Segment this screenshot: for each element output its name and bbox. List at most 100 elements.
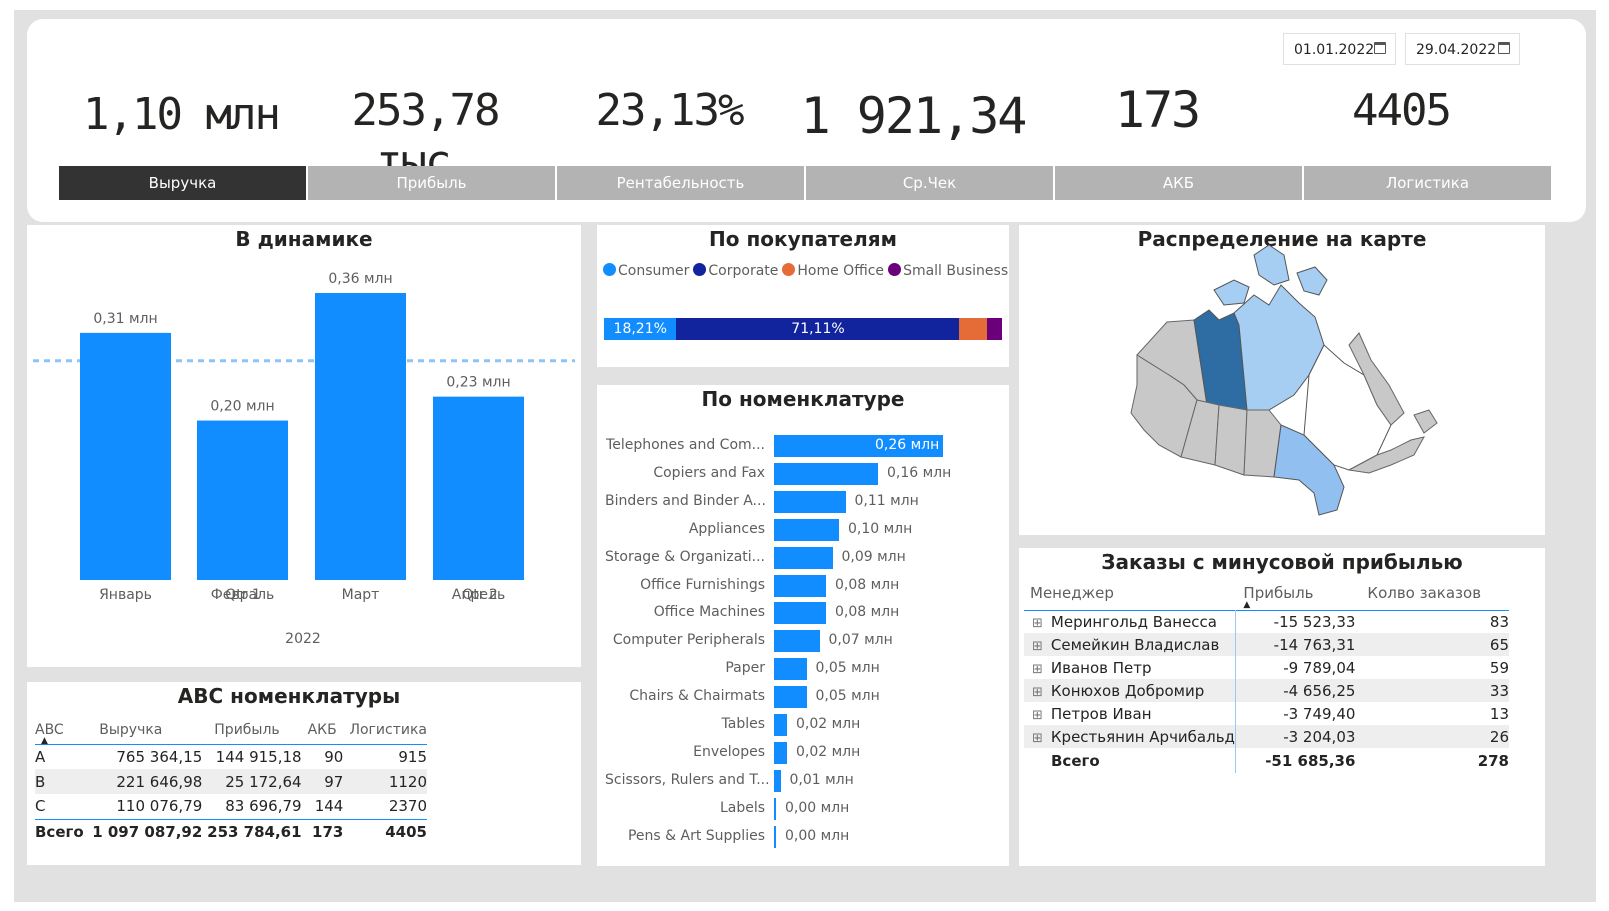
manager-cell: ⊞ Семейкин Владислав — [1024, 633, 1236, 656]
losses-header-profit[interactable]: Прибыль ▲ — [1235, 576, 1355, 610]
data-label: 0,10 млн — [848, 520, 913, 537]
expand-icon[interactable]: ⊞ — [1032, 731, 1043, 746]
tab-avg-check[interactable]: Ср.Чек — [806, 166, 1053, 200]
bar[interactable] — [774, 462, 878, 485]
table-row[interactable]: ⊞ Семейкин Владислав -14 763,31 65 — [1024, 633, 1509, 656]
abc-header-profit[interactable]: Прибыль — [202, 716, 301, 744]
map-region[interactable] — [1213, 279, 1250, 306]
category-label: Scissors, Rulers and T... — [605, 771, 770, 788]
data-label: 0,09 млн — [841, 548, 906, 565]
expand-icon[interactable]: ⊞ — [1032, 616, 1043, 631]
bar[interactable] — [774, 825, 776, 848]
category-label: Computer Peripherals — [612, 632, 765, 649]
bar[interactable] — [774, 574, 826, 597]
expand-icon[interactable]: ⊞ — [1032, 708, 1043, 723]
category-label: Pens & Art Supplies — [627, 827, 765, 844]
date-to-input[interactable]: 29.04.2022 — [1405, 33, 1520, 65]
year-label: 2022 — [285, 631, 321, 647]
bar[interactable] — [315, 293, 406, 580]
legend-item[interactable]: Consumer — [603, 263, 689, 279]
data-label: 0,16 млн — [887, 464, 952, 481]
date-from-input[interactable]: 01.01.2022 — [1283, 33, 1396, 65]
losses-header-orders[interactable]: Колво заказов — [1355, 576, 1509, 610]
bar[interactable] — [774, 714, 787, 736]
tab-revenue[interactable]: Выручка — [59, 166, 306, 200]
abc-cell: 97 — [324, 772, 344, 791]
category-label: Telephones and Com... — [606, 437, 765, 453]
dynamics-panel: В динамике 0,31 млн Январь 0,20 млн Февраль… — [27, 225, 581, 667]
calendar-icon[interactable] — [1374, 42, 1386, 54]
abc-header-logistics[interactable]: Логистика — [343, 716, 427, 744]
kpi-profit-value: 253,78 тыс. — [351, 85, 501, 187]
bar[interactable] — [774, 797, 776, 820]
table-row[interactable]: C 110 076,79 83 696,79 144 2370 — [35, 794, 427, 819]
abc-table: ABC ▲ Выручка Прибыль АКБ Логистика A 765… — [35, 716, 427, 844]
table-row[interactable]: A 765 364,15 144 915,18 90 915 — [35, 744, 427, 769]
bar[interactable] — [774, 658, 807, 681]
legend-label: Home Office — [797, 263, 885, 279]
abc-cell: 25 172,64 — [225, 772, 302, 791]
map-region[interactable] — [1296, 266, 1328, 296]
profit-cell: -15 523,33 — [1273, 612, 1356, 631]
abc-cell: B — [35, 772, 46, 791]
bar[interactable] — [774, 741, 787, 764]
orders-cell: 26 — [1489, 727, 1509, 746]
calendar-icon[interactable] — [1498, 42, 1510, 54]
data-label: 0,00 млн — [785, 799, 850, 816]
table-row[interactable]: B 221 646,98 25 172,64 97 1120 — [35, 769, 427, 794]
tab-customers[interactable]: АКБ — [1055, 166, 1302, 200]
bar-segment[interactable] — [959, 318, 988, 340]
map-region[interactable] — [1214, 404, 1248, 476]
metric-tabs: Выручка Прибыль Рентабельность Ср.Чек АК… — [59, 166, 1551, 200]
bar-segment[interactable]: 18,21% — [604, 318, 677, 340]
bar[interactable] — [80, 332, 171, 580]
abc-header-revenue[interactable]: Выручка — [87, 716, 202, 744]
orders-cell: 13 — [1489, 704, 1509, 723]
category-label: Tables — [721, 716, 766, 732]
map-region[interactable] — [1253, 244, 1290, 286]
abc-header-abc[interactable]: ABC ▲ — [35, 716, 87, 746]
expand-icon[interactable]: ⊞ — [1032, 639, 1043, 654]
expand-icon[interactable]: ⊞ — [1032, 685, 1043, 700]
table-row[interactable]: ⊞ Мерингольд Ванесса -15 523,33 83 — [1024, 610, 1509, 633]
manager-name: Семейкин Владислав — [1050, 635, 1220, 654]
bar[interactable] — [774, 630, 820, 653]
legend-item[interactable]: Home Office — [782, 263, 884, 279]
tab-profit[interactable]: Прибыль — [308, 166, 555, 200]
bar[interactable] — [774, 490, 846, 513]
table-row[interactable]: ⊞ Петров Иван -3 749,40 13 — [1024, 702, 1509, 725]
data-label: 0,20 млн — [210, 399, 274, 415]
bar[interactable] — [774, 546, 833, 569]
expand-icon[interactable]: ⊞ — [1032, 662, 1043, 677]
map-region[interactable] — [1413, 409, 1438, 434]
map-panel: Распределение на карте — [1019, 225, 1545, 535]
manager-cell: ⊞ Иванов Петр — [1024, 656, 1236, 679]
bar[interactable] — [774, 602, 826, 625]
profit-cell: -3 204,03 — [1283, 727, 1356, 746]
bar[interactable] — [774, 769, 781, 792]
tab-logistics[interactable]: Логистика — [1304, 166, 1551, 200]
quarter-label: Qtr 2 — [462, 587, 498, 603]
tab-margin[interactable]: Рентабельность — [557, 166, 804, 200]
abc-header-customers[interactable]: АКБ — [302, 716, 344, 744]
customers-panel: По покупателям Consumer Corporate Home Off… — [597, 225, 1009, 367]
data-label: 0,07 млн — [828, 632, 893, 649]
bar-segment[interactable]: 71,11% — [676, 318, 960, 340]
abc-title: ABC номенклатуры — [177, 684, 401, 708]
table-row[interactable]: ⊞ Иванов Петр -9 789,04 59 — [1024, 656, 1509, 679]
bar-segment[interactable] — [987, 318, 1002, 340]
bar[interactable] — [433, 396, 524, 580]
bar[interactable] — [774, 686, 807, 709]
orders-cell: 83 — [1489, 612, 1509, 631]
bar[interactable] — [774, 518, 839, 541]
table-row[interactable]: ⊞ Конюхов Добромир -4 656,25 33 — [1024, 679, 1509, 702]
legend-item[interactable]: Corporate — [693, 263, 778, 279]
legend-item[interactable]: Small Business — [888, 263, 1008, 279]
bar[interactable] — [197, 420, 288, 580]
losses-header-manager[interactable]: Менеджер — [1024, 576, 1235, 610]
data-label: 0,05 млн — [815, 660, 880, 677]
data-label: 0,31 млн — [93, 311, 157, 327]
table-row[interactable]: ⊞ Крестьянин Арчибальд -3 204,03 26 — [1024, 725, 1509, 748]
category-label: Storage & Organizati... — [605, 548, 766, 565]
canada-map[interactable] — [1019, 225, 1545, 535]
